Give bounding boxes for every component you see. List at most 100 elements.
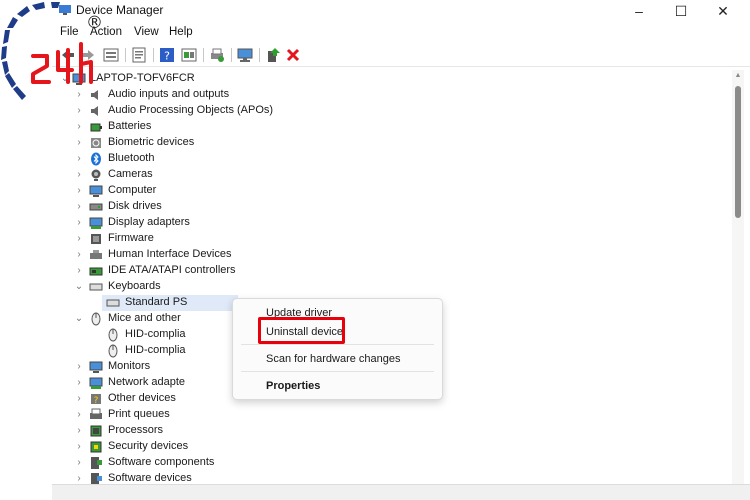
tree-item[interactable]: › Display adapters [52,215,732,231]
chevron-right-icon[interactable]: › [74,359,84,375]
mouse-icon [91,312,101,326]
chevron-right-icon[interactable]: › [74,439,84,455]
toolbar-separator [203,48,204,62]
controller-icon [89,267,103,276]
tree-item-label: Keyboards [108,280,161,292]
tree-item-label: Human Interface Devices [108,248,232,260]
resources-icon[interactable] [180,47,198,63]
toolbar-separator [125,48,126,62]
vertical-scrollbar[interactable]: ▲ [732,70,744,484]
properties-menu-item[interactable]: Properties [266,380,320,392]
tree-item[interactable]: › Audio inputs and outputs [52,87,732,103]
tree-item-label: Software components [108,456,215,468]
chevron-right-icon[interactable]: › [74,247,84,263]
chevron-down-icon[interactable]: ⌄ [74,311,84,327]
chevron-right-icon[interactable]: › [74,375,84,391]
scan-hardware-menu-item[interactable]: Scan for hardware changes [266,353,401,365]
tree-item[interactable]: › Audio Processing Objects (APOs) [52,103,732,119]
chevron-right-icon[interactable]: › [74,391,84,407]
network-icon [89,377,103,389]
menu-view[interactable]: View [134,26,159,38]
chevron-right-icon[interactable]: › [74,455,84,471]
chevron-right-icon[interactable]: › [74,231,84,247]
toolbar-separator [153,48,154,62]
tree-item[interactable]: › Print queues [52,407,732,423]
tree-item[interactable]: › Security devices [52,439,732,455]
help-icon[interactable]: ? [158,47,176,63]
properties-icon[interactable] [130,47,148,63]
print-icon[interactable] [208,47,226,63]
context-menu: Update driver Uninstall device Scan for … [232,298,443,400]
tree-item-label: Firmware [108,232,154,244]
battery-icon [90,123,102,132]
chevron-right-icon[interactable]: › [74,135,84,151]
chevron-down-icon[interactable]: ⌄ [74,279,84,295]
tree-item[interactable]: › Processors [52,423,732,439]
tree-item-label: Bluetooth [108,152,155,164]
chevron-right-icon[interactable]: › [74,407,84,423]
processor-icon [90,425,102,437]
tree-item[interactable]: › Cameras [52,167,732,183]
keyboard-icon [89,283,103,291]
chevron-right-icon[interactable]: › [74,119,84,135]
chevron-right-icon[interactable]: › [74,167,84,183]
tree-item-label: Cameras [108,168,153,180]
chevron-right-icon[interactable]: › [74,263,84,279]
tree-item[interactable]: › Biometric devices [52,135,732,151]
tree-item[interactable]: › IDE ATA/ATAPI controllers [52,263,732,279]
registered-mark: ® [86,13,103,33]
tree-item[interactable]: ⌄ Keyboards [52,279,732,295]
status-bar [52,484,750,500]
tree-item[interactable]: › Human Interface Devices [52,247,732,263]
security-icon [90,441,102,453]
tree-item-label: Audio inputs and outputs [108,88,230,100]
keyboard-icon [106,299,120,307]
software-icon [91,457,102,469]
tree-item-label: Display adapters [108,216,190,228]
tree-item[interactable]: › Firmware [52,231,732,247]
tree-item-label: Mice and other [108,312,181,324]
scroll-thumb[interactable] [735,86,741,218]
highlight-box [258,317,345,344]
device-manager-window: Device Manager – ☐ ✕ File Action View He… [52,0,750,500]
title-bar: Device Manager – ☐ ✕ [52,0,750,22]
tree-item-label: Biometric devices [108,136,195,148]
tree-item[interactable]: › Bluetooth [52,151,732,167]
tree-root-computer[interactable]: ⌄ LAPTOP-TOFV6FCR [52,71,732,87]
tree-item[interactable]: › Software components [52,455,732,471]
chevron-right-icon[interactable]: › [74,215,84,231]
menu-help[interactable]: Help [169,26,193,38]
scroll-up-arrow-icon[interactable]: ▲ [732,70,744,82]
disk-icon [89,203,103,211]
tree-item-label: Print queues [108,408,170,420]
chevron-right-icon[interactable]: › [74,183,84,199]
fingerprint-icon [91,138,101,148]
24h-logo: ® [1,2,103,100]
tree-item[interactable]: › Batteries [52,119,732,135]
scan-hardware-icon[interactable] [236,47,254,63]
tree-item-label: Other devices [108,392,176,404]
tree-item[interactable]: › Disk drives [52,199,732,215]
chevron-right-icon[interactable]: › [74,423,84,439]
svg-text:?: ? [164,50,170,63]
minimize-button[interactable]: – [627,2,651,20]
uninstall-icon[interactable] [284,47,302,63]
device-tree: ⌄ LAPTOP-TOFV6FCR › Audio inputs and outp… [52,70,732,500]
menu-separator [241,344,434,345]
tree-item-label: Computer [108,184,157,196]
monitor-icon [89,185,103,197]
tree-item-label: Network adapte [108,376,186,388]
tree-item[interactable]: › Computer [52,183,732,199]
chevron-right-icon[interactable]: › [74,151,84,167]
chevron-right-icon[interactable]: › [74,199,84,215]
maximize-button[interactable]: ☐ [669,2,693,20]
menu-separator [241,371,434,372]
tree-item-label: Processors [108,424,164,436]
chip-icon [91,234,101,244]
tree-item-label: Audio Processing Objects (APOs) [108,104,274,116]
toolbar: ? [52,44,750,67]
toolbar-separator [231,48,232,62]
close-button[interactable]: ✕ [711,2,735,20]
update-driver-icon[interactable] [264,47,282,63]
camera-icon [91,169,101,181]
